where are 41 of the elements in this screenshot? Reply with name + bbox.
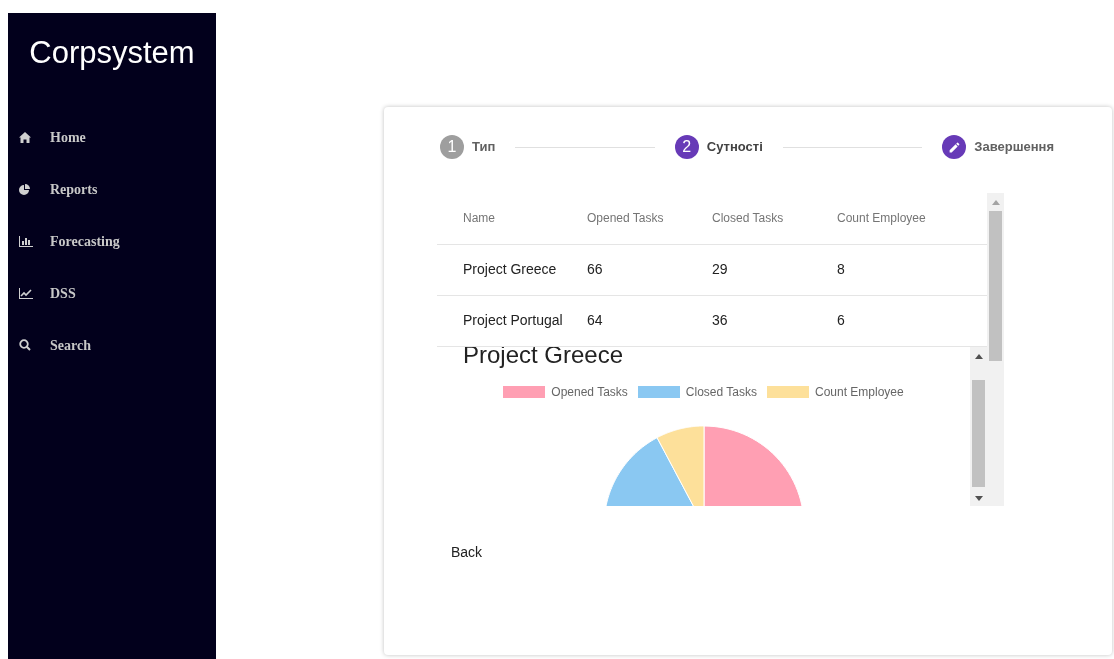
step-label: Завершення bbox=[974, 138, 1054, 157]
nav-item[interactable]: Reports bbox=[8, 163, 216, 215]
brand-title: Corpsystem bbox=[29, 35, 195, 71]
column-header: Opened Tasks bbox=[587, 211, 664, 226]
table-cell: 36 bbox=[712, 312, 728, 328]
legend-swatch[interactable] bbox=[503, 385, 546, 398]
scroll-thumb[interactable] bbox=[989, 211, 1002, 361]
step-label: Сутності bbox=[706, 138, 763, 157]
step-label: Тип bbox=[472, 138, 496, 157]
table-cell: 8 bbox=[837, 261, 845, 277]
table-cell: Project Greece bbox=[463, 261, 557, 277]
nav-item[interactable]: Search bbox=[8, 319, 216, 371]
home-icon bbox=[19, 131, 31, 143]
search-icon bbox=[19, 339, 31, 351]
table-cell: Project Portugal bbox=[463, 312, 563, 328]
line-chart-icon bbox=[19, 287, 33, 299]
nav-item[interactable]: Forecasting bbox=[8, 215, 216, 267]
scroll-down-icon[interactable] bbox=[974, 495, 983, 501]
scrollbar[interactable] bbox=[987, 193, 1004, 506]
column-header: Closed Tasks bbox=[712, 211, 784, 226]
step-number: 1 bbox=[440, 135, 464, 159]
scrollbar[interactable] bbox=[970, 346, 987, 506]
legend-label[interactable]: Count Employee bbox=[814, 382, 904, 401]
scroll-up-icon[interactable] bbox=[974, 354, 983, 359]
bar-chart-icon bbox=[19, 235, 33, 247]
step-number: 2 bbox=[674, 135, 699, 159]
table-cell: 29 bbox=[712, 261, 728, 277]
nav-item[interactable]: Home bbox=[8, 111, 216, 163]
table-cell: 64 bbox=[587, 312, 603, 328]
column-header: Name bbox=[463, 211, 495, 226]
table-cell: 6 bbox=[837, 312, 845, 328]
legend-swatch[interactable] bbox=[637, 385, 680, 398]
table-cell: 66 bbox=[587, 261, 603, 277]
legend-swatch[interactable] bbox=[766, 385, 809, 398]
pie-chart-icon bbox=[19, 183, 30, 195]
legend-label[interactable]: Opened Tasks bbox=[551, 382, 628, 401]
scroll-thumb[interactable] bbox=[972, 379, 985, 487]
legend-label[interactable]: Closed Tasks bbox=[685, 382, 757, 401]
back-button[interactable]: Back bbox=[444, 536, 490, 569]
column-header: Count Employee bbox=[837, 211, 926, 226]
nav-item[interactable]: DSS bbox=[8, 267, 216, 319]
